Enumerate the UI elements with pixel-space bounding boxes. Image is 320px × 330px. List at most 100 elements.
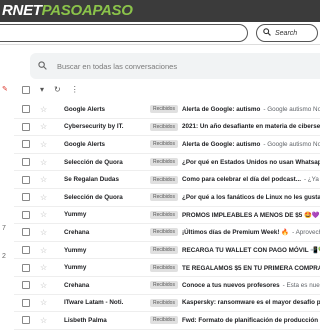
search-icon — [263, 28, 271, 38]
email-list: ☆ Google Alerts Recibidos Alerta de Google:… — [14, 101, 320, 330]
inbox-label: Recibidos — [150, 175, 178, 184]
site-search-input[interactable] — [0, 24, 248, 42]
select-all-checkbox[interactable] — [22, 86, 30, 94]
star-icon[interactable]: ☆ — [40, 105, 54, 114]
mail-search-placeholder: Buscar en todas las conversaciones — [57, 61, 178, 71]
star-icon[interactable]: ☆ — [40, 281, 54, 290]
star-icon[interactable]: ☆ — [40, 228, 54, 237]
gmail-window: Buscar en todas las conversaciones ✎ 7 2… — [0, 44, 320, 330]
email-subject: Conoce a tus nuevos profesores — [181, 281, 280, 289]
email-row[interactable]: ☆ Selección de Quora Recibidos ¿Por qué a l… — [14, 189, 320, 207]
email-checkbox[interactable] — [22, 122, 30, 131]
email-snippet: - Google autismo Noti — [263, 105, 320, 113]
email-subject: Alerta de Google: autismo — [181, 105, 261, 113]
email-subject: ¡Últimos días de Premium Week! 🔥 — [181, 229, 290, 237]
site-search-label: Search — [275, 29, 298, 37]
mail-toolbar: ▾ ↻ ⋮ — [14, 81, 320, 99]
inbox-label: Recibidos — [150, 281, 178, 290]
email-snippet: - ¿Ya — [303, 176, 319, 184]
inbox-label: Recibidos — [150, 263, 178, 272]
star-icon[interactable]: ☆ — [40, 263, 54, 272]
email-checkbox[interactable] — [22, 263, 30, 272]
email-subject: Kaspersky: ransomware es el mayor desafí… — [181, 299, 320, 307]
email-subject: ¿Por qué en Estados Unidos no usan Whats… — [181, 158, 320, 166]
email-subject: TE REGALAMOS $5 EN TU PRIMERA COMPRA 🎁 — [181, 264, 320, 272]
email-checkbox[interactable] — [22, 228, 30, 237]
inbox-label: Recibidos — [150, 228, 178, 237]
email-checkbox[interactable] — [22, 281, 30, 290]
email-row[interactable]: ☆ Yummy Recibidos TE REGALAMOS $5 EN TU PRI… — [14, 259, 320, 277]
star-icon[interactable]: ☆ — [40, 298, 54, 307]
email-row[interactable]: ☆ Cybersecurity by IT. Recibidos 2021: Un a… — [14, 119, 320, 137]
site-banner: RNETPASOAPASO — [0, 0, 320, 22]
rail-count-2: 2 — [2, 253, 6, 260]
inbox-label: Recibidos — [150, 122, 178, 131]
email-sender: Se Regalan Dudas — [64, 176, 119, 184]
email-row[interactable]: ☆ Crehana Recibidos Conoce a tus nuevos pro… — [14, 277, 320, 295]
email-checkbox[interactable] — [22, 210, 30, 219]
email-row[interactable]: ☆ Se Regalan Dudas Recibidos Como para cele… — [14, 171, 320, 189]
inbox-label: Recibidos — [150, 210, 178, 219]
email-row[interactable]: ☆ ITware Latam - Noti. Recibidos Kaspersky:… — [14, 295, 320, 313]
logo-accent: PASOAPASO — [41, 2, 133, 19]
email-checkbox[interactable] — [22, 246, 30, 255]
email-sender: Yummy — [64, 264, 87, 272]
email-sender: ITware Latam - Noti. — [64, 299, 124, 307]
email-snippet: - Aprovecha — [292, 228, 320, 236]
email-sender: Yummy — [64, 246, 87, 254]
mail-search-icon[interactable] — [38, 57, 47, 75]
email-subject: ¿Por qué a los fanáticos de Linux no les… — [181, 193, 320, 201]
email-sender: Cybersecurity by IT. — [64, 123, 124, 131]
email-subject: Fwd: Formato de planificación de producc… — [181, 316, 320, 324]
star-icon[interactable]: ☆ — [40, 140, 54, 149]
email-sender: Google Alerts — [64, 105, 106, 113]
email-checkbox[interactable] — [22, 316, 30, 325]
email-row[interactable]: ☆ Crehana Recibidos ¡Últimos días de Premiu… — [14, 224, 320, 242]
email-subject: PROMOS IMPLEABLES A MENOS DE $5 🤩💜 — [181, 211, 320, 219]
email-sender: Google Alerts — [64, 140, 106, 148]
email-sender: Selección de Quora — [64, 158, 123, 166]
refresh-icon[interactable]: ↻ — [54, 86, 61, 94]
inbox-label: Recibidos — [150, 158, 178, 167]
star-icon[interactable]: ☆ — [40, 210, 54, 219]
mail-search-input[interactable]: Buscar en todas las conversaciones — [30, 53, 320, 79]
site-logo[interactable]: RNETPASOAPASO — [2, 2, 133, 19]
more-options-icon[interactable]: ⋮ — [71, 86, 79, 94]
email-checkbox[interactable] — [22, 140, 30, 149]
email-checkbox[interactable] — [22, 193, 30, 202]
email-subject: Como para celebrar el día del podcast... — [181, 176, 301, 184]
star-icon[interactable]: ☆ — [40, 246, 54, 255]
email-row[interactable]: ☆ Yummy Recibidos PROMOS IMPLEABLES A MENOS… — [14, 207, 320, 225]
email-checkbox[interactable] — [22, 298, 30, 307]
star-icon[interactable]: ☆ — [40, 175, 54, 184]
inbox-label: Recibidos — [150, 193, 178, 202]
email-checkbox[interactable] — [22, 158, 30, 167]
email-sender: Lisbeth Palma — [64, 316, 107, 324]
email-subject: Alerta de Google: autismo — [181, 140, 261, 148]
email-row[interactable]: ☆ Lisbeth Palma Recibidos Fwd: Formato de p… — [14, 312, 320, 330]
email-checkbox[interactable] — [22, 175, 30, 184]
email-subject: 2021: Un año desafiante en materia de ci… — [181, 123, 320, 131]
rail-count-1: 7 — [2, 225, 6, 232]
email-row[interactable]: ☆ Yummy Recibidos RECARGA TU WALLET CON PAG… — [14, 242, 320, 260]
select-dropdown-icon[interactable]: ▾ — [40, 86, 44, 94]
email-row[interactable]: ☆ Google Alerts Recibidos Alerta de Google:… — [14, 101, 320, 119]
email-checkbox[interactable] — [22, 105, 30, 114]
inbox-label: Recibidos — [150, 246, 178, 255]
email-sender: Selección de Quora — [64, 193, 123, 201]
inbox-label: Recibidos — [150, 298, 178, 307]
email-row[interactable]: ☆ Selección de Quora Recibidos ¿Por qué en … — [14, 154, 320, 172]
star-icon[interactable]: ☆ — [40, 158, 54, 167]
inbox-label: Recibidos — [150, 316, 178, 325]
logo-prefix: RNET — [2, 2, 42, 19]
email-subject: RECARGA TU WALLET CON PAGO MÓVIL 📲💚 — [181, 247, 320, 255]
star-icon[interactable]: ☆ — [40, 316, 54, 325]
email-row[interactable]: ☆ Google Alerts Recibidos Alerta de Google:… — [14, 136, 320, 154]
site-search-button[interactable]: Search — [256, 24, 318, 42]
email-snippet: - Google autismo Noti — [263, 140, 320, 148]
star-icon[interactable]: ☆ — [40, 193, 54, 202]
star-icon[interactable]: ☆ — [40, 122, 54, 131]
rail-edit-icon[interactable]: ✎ — [2, 85, 8, 93]
email-sender: Crehana — [64, 281, 90, 289]
inbox-label: Recibidos — [150, 140, 178, 149]
